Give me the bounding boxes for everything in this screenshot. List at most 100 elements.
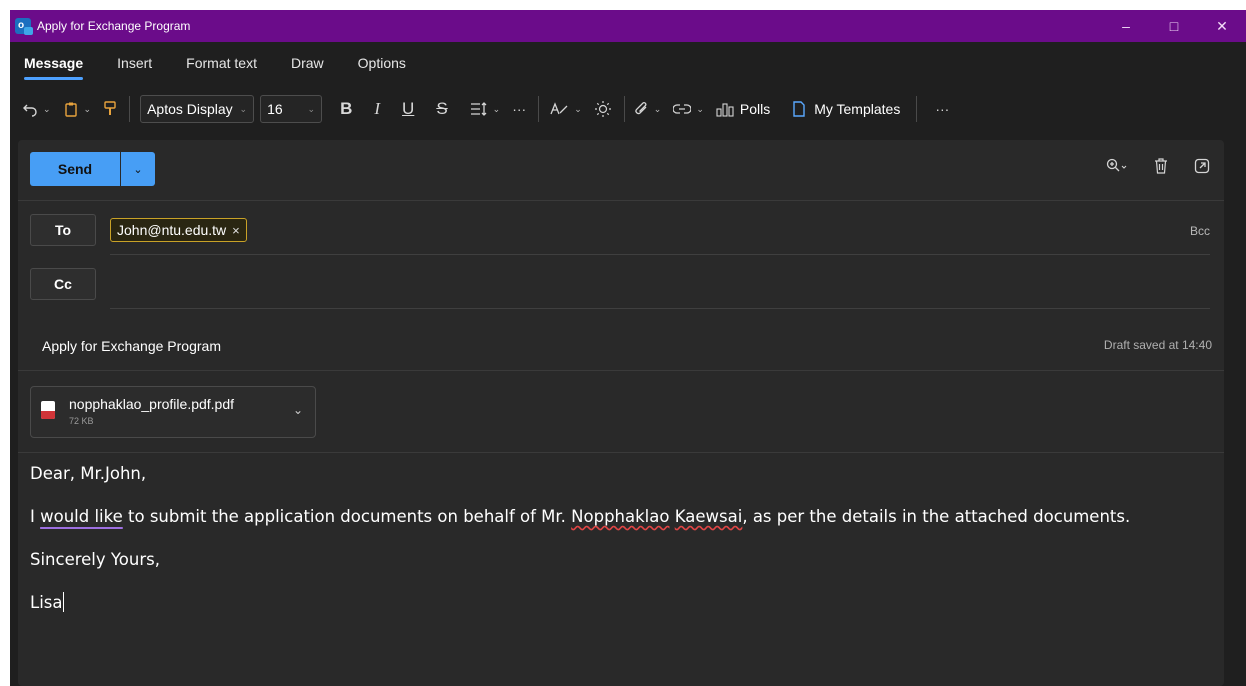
tab-insert[interactable]: Insert <box>117 51 152 75</box>
italic-button[interactable]: I <box>374 99 380 119</box>
chevron-down-icon: ⌄ <box>492 103 501 114</box>
outlook-app-icon: o <box>15 18 33 35</box>
trash-icon <box>1155 158 1167 174</box>
my-templates-button[interactable]: My Templates <box>792 101 900 117</box>
cc-button[interactable]: Cc <box>30 268 96 300</box>
toolbar-separator <box>538 96 540 122</box>
body-signature-line: Lisa <box>30 591 1204 614</box>
remove-recipient-icon[interactable]: × <box>232 223 240 238</box>
outlook-compose-window: o Apply for Exchange Program – □ ✕ Messa… <box>10 10 1246 686</box>
ribbon-overflow-button[interactable]: ··· <box>935 101 949 117</box>
title-bar: o Apply for Exchange Program – □ ✕ <box>10 10 1246 42</box>
body-closing: Sincerely Yours, <box>30 550 160 569</box>
text-cursor <box>63 592 65 612</box>
minimize-button[interactable]: – <box>1102 10 1150 42</box>
chevron-down-icon: ⌄ <box>574 103 582 114</box>
more-formatting-button[interactable]: ··· <box>512 101 526 117</box>
tab-draw[interactable]: Draw <box>291 51 324 75</box>
send-options-button[interactable]: ⌄ <box>121 152 155 186</box>
spelling-flag[interactable]: Kaewsai <box>675 507 743 526</box>
toolbar-separator <box>129 96 131 122</box>
toolbar-separator <box>916 96 918 122</box>
chevron-down-icon: ⌄ <box>43 103 51 114</box>
chevron-down-icon: ⌄ <box>83 103 92 114</box>
to-field-underline <box>110 254 1210 255</box>
zoom-in-icon <box>1106 158 1127 172</box>
font-name-value: Aptos Display <box>147 101 233 117</box>
pop-out-button[interactable] <box>1194 158 1210 177</box>
maximize-button[interactable]: □ <box>1150 10 1198 42</box>
font-name-select[interactable]: Aptos Display ⌄ <box>140 95 255 123</box>
attachment-card[interactable]: nopphaklao_profile.pdf.pdf 72 KB ⌄ <box>30 386 316 438</box>
draft-status: Draft saved at 14:40 <box>1103 338 1212 352</box>
body-text: I <box>30 507 41 526</box>
font-size-select[interactable]: 16 ⌄ <box>260 95 323 123</box>
underline-button[interactable]: U <box>402 99 414 119</box>
compose-actions <box>1080 158 1210 177</box>
line-spacing-icon <box>470 102 487 116</box>
insert-link-button[interactable]: ⌄ <box>673 103 704 115</box>
body-text: to submit the application documents on b… <box>122 507 572 526</box>
pop-out-icon <box>1194 158 1210 174</box>
attachment-options-chevron-icon[interactable]: ⌄ <box>293 403 303 417</box>
paragraph-options-button[interactable]: ⌄ <box>470 102 501 116</box>
polls-button[interactable]: Polls <box>716 101 770 117</box>
chevron-down-icon: ⌄ <box>133 163 143 176</box>
body-greeting: Dear, Mr.John, <box>30 464 147 483</box>
format-painter-button[interactable] <box>103 101 117 117</box>
spelling-flag[interactable]: Nopphaklao <box>571 507 669 526</box>
window-title: Apply for Exchange Program <box>37 19 191 33</box>
poll-chart-icon <box>716 103 734 117</box>
attachment-name: nopphaklao_profile.pdf.pdf <box>69 396 235 412</box>
to-button[interactable]: To <box>30 214 96 246</box>
pdf-file-icon <box>41 401 55 419</box>
window-controls: – □ ✕ <box>1102 10 1246 42</box>
divider <box>18 370 1224 371</box>
chevron-down-icon: ⌄ <box>696 103 704 114</box>
body-signature: Lisa <box>30 593 63 612</box>
tab-message[interactable]: Message <box>24 51 84 80</box>
bold-button[interactable]: B <box>340 99 352 119</box>
strikethrough-button[interactable]: S <box>436 99 447 119</box>
recipient-chip[interactable]: John@ntu.edu.tw × <box>110 218 247 242</box>
clipboard-icon <box>64 102 77 117</box>
undo-icon <box>23 104 37 117</box>
compose-pane: Send ⌄ To John@ntu.edu.tw × Bcc Cc Apply… <box>18 140 1224 686</box>
zoom-button[interactable] <box>1106 158 1128 177</box>
divider <box>18 200 1224 201</box>
paperclip-icon <box>635 102 647 115</box>
close-button[interactable]: ✕ <box>1198 10 1246 42</box>
format-painter-icon <box>104 101 116 115</box>
template-document-icon <box>793 101 805 117</box>
editor-button[interactable]: ⌄ <box>549 101 582 117</box>
immersive-reader-button[interactable] <box>594 100 612 118</box>
message-body[interactable]: Dear, Mr.John, I would like to submit th… <box>30 462 1204 634</box>
cc-field-underline <box>110 308 1210 309</box>
grammar-suggestion[interactable]: would like <box>40 507 123 526</box>
divider <box>18 452 1224 453</box>
font-size-value: 16 <box>267 101 283 117</box>
link-icon <box>673 104 692 114</box>
editor-pen-icon <box>550 102 568 115</box>
send-button[interactable]: Send <box>30 152 120 186</box>
undo-button[interactable]: ⌄ <box>22 101 51 117</box>
attach-file-button[interactable]: ⌄ <box>635 101 662 117</box>
my-templates-label: My Templates <box>814 101 901 117</box>
chevron-down-icon: ⌄ <box>239 103 248 114</box>
body-paragraph: I would like to submit the application d… <box>30 505 1204 528</box>
subject-field[interactable]: Apply for Exchange Program <box>42 338 221 354</box>
ribbon-tabs: Message Insert Format text Draw Options <box>10 42 1246 84</box>
polls-label: Polls <box>739 101 771 117</box>
chevron-down-icon: ⌄ <box>307 103 316 114</box>
bcc-link[interactable]: Bcc <box>1190 224 1210 238</box>
paste-button[interactable]: ⌄ <box>63 101 92 117</box>
recipient-email: John@ntu.edu.tw <box>117 222 227 238</box>
sun-icon <box>594 101 611 117</box>
body-text: , as per the details in the attached doc… <box>742 507 1131 526</box>
chevron-down-icon: ⌄ <box>653 103 662 114</box>
formatting-toolbar: ⌄ ⌄ Aptos Display ⌄ 16 ⌄ B I U S ⌄ ··· ⌄ <box>10 84 1246 134</box>
discard-button[interactable] <box>1154 158 1168 177</box>
tab-format-text[interactable]: Format text <box>186 51 257 75</box>
attachment-size: 72 KB <box>69 416 94 426</box>
tab-options[interactable]: Options <box>358 51 406 75</box>
